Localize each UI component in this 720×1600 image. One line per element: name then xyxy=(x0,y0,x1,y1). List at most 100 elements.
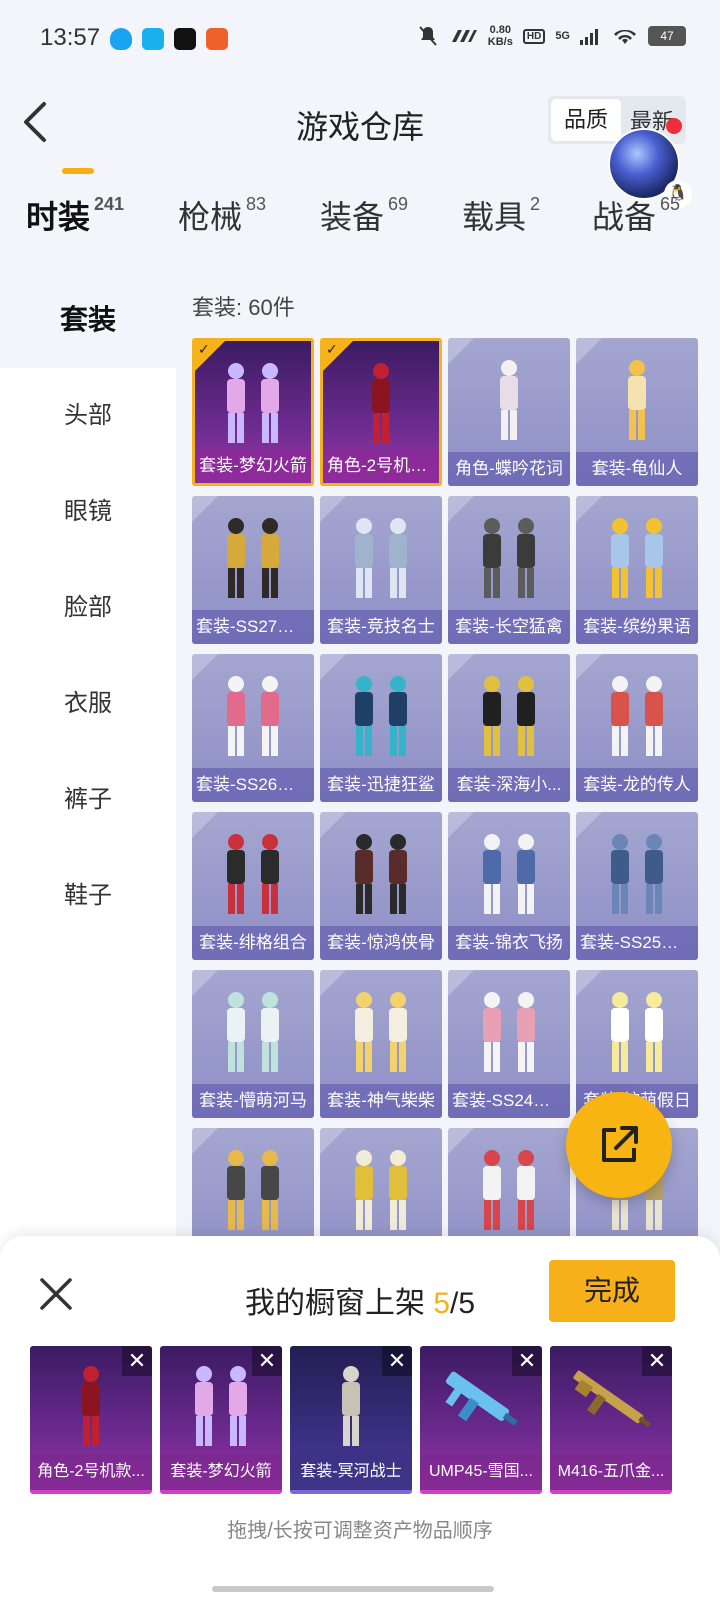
item-card[interactable]: 角色-蝶吟花词 xyxy=(448,338,570,486)
item-name: 套装-龙的传人 xyxy=(576,768,698,802)
item-card[interactable]: 套装-SS26特训 xyxy=(192,654,314,802)
sidebar-item-head[interactable]: 头部 xyxy=(0,368,176,464)
status-indicators: 0.80 KB/s HD 5G 47 xyxy=(418,24,686,48)
item-name: 套装-竞技名士 xyxy=(320,610,442,644)
tab-count: 65 xyxy=(660,194,681,214)
showcase-item[interactable]: ✕ 套装-梦幻火箭 xyxy=(160,1346,282,1494)
share-button[interactable] xyxy=(566,1092,672,1198)
sidebar: 套装 头部 眼镜 脸部 衣服 裤子 鞋子 xyxy=(0,272,176,1272)
showcase-item[interactable]: ✕ M416-五爪金... xyxy=(550,1346,672,1494)
tab-equipment[interactable]: 装备 69 xyxy=(320,192,408,238)
cell-signal-icon xyxy=(580,29,598,45)
item-count-label: 套装: 60件 xyxy=(192,295,295,320)
status-app-icons xyxy=(110,28,228,50)
showcase-current-count: 5 xyxy=(433,1287,450,1320)
tab-label: 时装 xyxy=(26,199,91,235)
item-name: 套装-深海小... xyxy=(448,768,570,802)
item-card[interactable]: 套装-龟仙人 xyxy=(576,338,698,486)
item-card[interactable]: 套装-懵萌河马 xyxy=(192,970,314,1118)
item-card[interactable]: ✓ 套装-梦幻火箭 xyxy=(192,338,314,486)
item-card[interactable]: 套装-迅捷狂鲨 xyxy=(320,654,442,802)
item-card[interactable]: 套装-龙的传人 xyxy=(576,654,698,802)
item-thumbnail xyxy=(208,1144,298,1241)
sidebar-item-face[interactable]: 脸部 xyxy=(0,560,176,656)
showcase-item[interactable]: ✕ 套装-冥河战士 xyxy=(290,1346,412,1494)
item-card[interactable]: 套装-竞技名士 xyxy=(320,496,442,644)
item-card[interactable]: 套装-深海小... xyxy=(448,654,570,802)
item-name: 套装-梦幻火箭 xyxy=(195,449,311,483)
tab-count: 2 xyxy=(530,194,541,214)
showcase-title-text: 我的橱窗上架 xyxy=(244,1287,425,1320)
status-bar: 13:57 0.80 KB/s HD 5G 47 xyxy=(0,0,720,80)
reorder-hint: 拖拽/长按可调整资产物品顺序 xyxy=(227,1520,493,1542)
item-name: 角色-2号机款... xyxy=(323,449,439,483)
tab-label: 装备 xyxy=(320,199,385,235)
checkmark-icon: ✓ xyxy=(198,341,210,357)
home-indicator[interactable] xyxy=(212,1586,494,1592)
sidebar-item-glasses[interactable]: 眼镜 xyxy=(0,464,176,560)
item-thumbnail xyxy=(464,828,554,925)
tab-count: 69 xyxy=(388,194,409,214)
app-icon xyxy=(206,28,228,50)
item-card[interactable]: 套装-神气柴柴 xyxy=(320,970,442,1118)
item-card[interactable]: 套装-缤纷果语 xyxy=(576,496,698,644)
item-name: 套装-惊鸿侠骨 xyxy=(320,926,442,960)
showcase-total-count: /5 xyxy=(450,1287,476,1320)
showcase-panel: 我的橱窗上架 5/5 完成 ✕ 角色-2号机款... ✕ 套装-梦幻火箭 ✕ 套装-冥河战… xyxy=(0,1236,720,1600)
item-name: 套装-锦衣飞扬 xyxy=(448,926,570,960)
showcase-item[interactable]: ✕ 角色-2号机款... xyxy=(30,1346,152,1494)
network-type: 5G xyxy=(555,30,570,42)
mute-icon xyxy=(419,26,437,46)
item-card[interactable]: 套装-长空猛禽 xyxy=(448,496,570,644)
sidebar-item-shoes[interactable]: 鞋子 xyxy=(0,848,176,944)
item-thumbnail xyxy=(464,1144,554,1241)
sidebar-item-clothes[interactable]: 衣服 xyxy=(0,656,176,752)
item-card[interactable]: 套装-SS27特训 xyxy=(192,496,314,644)
sort-quality-option[interactable]: 品质 xyxy=(551,99,621,141)
item-card[interactable]: 套装-SS25特训 xyxy=(576,812,698,960)
showcase-item-name: 角色-2号机款... xyxy=(30,1454,152,1490)
item-thumbnail xyxy=(208,986,298,1083)
item-card[interactable]: 套装-锦衣飞扬 xyxy=(448,812,570,960)
item-thumbnail xyxy=(592,512,682,609)
item-thumbnail xyxy=(464,354,554,451)
net-speed-unit: KB/s xyxy=(487,36,513,48)
remove-icon[interactable]: ✕ xyxy=(642,1346,672,1376)
item-thumbnail xyxy=(592,828,682,925)
item-card[interactable]: 套装-绯格组合 xyxy=(192,812,314,960)
battery-indicator: 47 xyxy=(648,26,686,46)
item-thumbnail xyxy=(336,670,426,767)
sidebar-item-suit[interactable]: 套装 xyxy=(0,272,176,368)
tab-guns[interactable]: 枪械 83 xyxy=(178,192,266,238)
share-icon xyxy=(602,1126,638,1162)
sidebar-item-pants[interactable]: 裤子 xyxy=(0,752,176,848)
category-tabs: 时装 241 枪械 83 装备 69 载具 2 战备 65 xyxy=(0,192,720,252)
item-name: 套装-SS26特训 xyxy=(192,768,314,802)
remove-icon[interactable]: ✕ xyxy=(382,1346,412,1376)
item-thumbnail xyxy=(336,828,426,925)
item-name: 套装-迅捷狂鲨 xyxy=(320,768,442,802)
item-name: 套装-SS24特训 xyxy=(448,1084,570,1118)
item-card[interactable]: 套装-惊鸿侠骨 xyxy=(320,812,442,960)
remove-icon[interactable]: ✕ xyxy=(252,1346,282,1376)
checkmark-icon: ✓ xyxy=(326,341,338,357)
tiktok-icon xyxy=(174,28,196,50)
item-name: 套装-SS27特训 xyxy=(192,610,314,644)
tab-supplies[interactable]: 战备 65 xyxy=(592,192,680,238)
item-thumbnail xyxy=(208,670,298,767)
showcase-shelf: ✕ 角色-2号机款... ✕ 套装-梦幻火箭 ✕ 套装-冥河战士 ✕ UMP45-雪国... ✕… xyxy=(30,1346,672,1494)
showcase-item[interactable]: ✕ UMP45-雪国... xyxy=(420,1346,542,1494)
tab-fashion[interactable]: 时装 241 xyxy=(26,192,124,238)
tab-vehicles[interactable]: 载具 2 xyxy=(462,192,540,238)
item-name: 套装-绯格组合 xyxy=(192,926,314,960)
item-card[interactable]: ✓ 角色-2号机款... xyxy=(320,338,442,486)
item-card[interactable]: 套装-SS24特训 xyxy=(448,970,570,1118)
done-button[interactable]: 完成 xyxy=(549,1260,675,1322)
item-thumbnail xyxy=(592,354,682,451)
notification-dot xyxy=(666,118,682,134)
item-thumbnail xyxy=(464,670,554,767)
remove-icon[interactable]: ✕ xyxy=(122,1346,152,1376)
remove-icon[interactable]: ✕ xyxy=(512,1346,542,1376)
showcase-item-name: UMP45-雪国... xyxy=(420,1454,542,1490)
item-name: 套装-龟仙人 xyxy=(576,452,698,486)
